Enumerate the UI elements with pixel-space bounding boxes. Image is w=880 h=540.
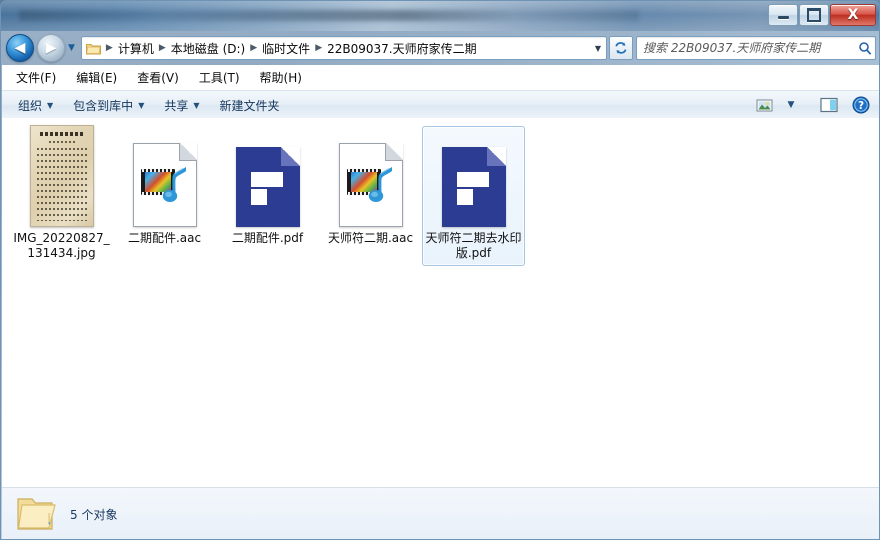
file-list-pane[interactable]: IMG_20220827_131434.jpg 二期配件.aac 二期配件.pd… — [2, 118, 879, 487]
document-text-lines — [36, 148, 87, 221]
close-button[interactable]: X — [830, 3, 876, 26]
organize-label: 组织 — [18, 98, 43, 113]
close-icon: X — [847, 6, 859, 23]
image-thumbnail-icon — [29, 125, 94, 227]
breadcrumb[interactable]: ▶ 计算机 ▶ 本地磁盘 (D:) ▶ 临时文件 ▶ 22B09037.天师府家… — [82, 39, 590, 58]
view-dropdown-button[interactable]: ▼ — [778, 94, 804, 116]
file-item-audio-2[interactable]: 天师符二期.aac — [319, 126, 422, 266]
file-name-label: 天师符二期去水印版.pdf — [425, 231, 522, 260]
new-folder-label: 新建文件夹 — [219, 98, 280, 113]
menu-bar: 文件(F) 编辑(E) 查看(V) 工具(T) 帮助(H) — [2, 65, 879, 90]
breadcrumb-separator: ▶ — [315, 43, 323, 53]
page-fold — [486, 147, 506, 166]
file-item-image[interactable]: IMG_20220827_131434.jpg — [10, 125, 113, 266]
status-bar: 5 个对象 — [2, 487, 879, 539]
chevron-down-icon: ▼ — [193, 100, 200, 110]
page-fold — [384, 143, 403, 161]
change-view-button[interactable] — [751, 94, 777, 116]
explorer-window: X ◀ ▶ ▼ ▶ 计算机 ▶ 本地磁盘 (D:) ▶ 临时文件 ▶ 22B09… — [0, 0, 880, 540]
file-thumbnail — [132, 131, 197, 227]
search-input[interactable] — [637, 40, 855, 56]
file-item-pdf-2-selected[interactable]: 天师符二期去水印版.pdf — [422, 126, 525, 266]
pdf-glyph-bottom — [456, 189, 473, 205]
forward-button[interactable]: ▶ — [37, 34, 65, 62]
menu-edit[interactable]: 编辑(E) — [76, 69, 117, 86]
help-icon: ? — [852, 96, 870, 114]
chevron-down-icon: ▼ — [787, 100, 795, 110]
media-audio-icon — [338, 143, 403, 227]
file-name-label: 天师符二期.aac — [327, 231, 414, 245]
search-box[interactable] — [636, 36, 876, 60]
window-controls: X — [767, 3, 876, 26]
open-folder-icon — [12, 493, 60, 535]
include-in-library-label: 包含到库中 — [73, 98, 134, 113]
breadcrumb-separator: ▶ — [158, 43, 166, 53]
breadcrumb-separator: ▶ — [250, 43, 258, 53]
file-thumbnail — [338, 131, 403, 227]
menu-tools[interactable]: 工具(T) — [199, 69, 240, 86]
media-audio-icon — [132, 143, 197, 227]
file-thumbnail — [441, 131, 506, 227]
file-name-label: IMG_20220827_131434.jpg — [13, 231, 110, 260]
address-dropdown-icon[interactable]: ▼ — [590, 44, 606, 53]
minimize-icon — [777, 16, 789, 19]
client-area: 文件(F) 编辑(E) 查看(V) 工具(T) 帮助(H) 组织 ▼ 包含到库中… — [2, 65, 879, 539]
navigation-bar: ◀ ▶ ▼ ▶ 计算机 ▶ 本地磁盘 (D:) ▶ 临时文件 ▶ 22B0903… — [1, 31, 879, 65]
pdf-icon — [441, 147, 506, 227]
title-bar[interactable]: X — [1, 1, 879, 31]
file-item-pdf-1[interactable]: 二期配件.pdf — [216, 126, 319, 266]
file-name-label: 二期配件.aac — [127, 231, 202, 245]
menu-help[interactable]: 帮助(H) — [260, 69, 302, 86]
refresh-button[interactable] — [609, 36, 633, 60]
status-text: 5 个对象 — [70, 507, 118, 522]
refresh-icon — [615, 42, 627, 54]
page-fold — [280, 147, 300, 166]
address-bar[interactable]: ▶ 计算机 ▶ 本地磁盘 (D:) ▶ 临时文件 ▶ 22B09037.天师府家… — [80, 36, 607, 60]
folder-icon — [86, 42, 102, 55]
document-subtitle-line — [48, 141, 75, 143]
command-toolbar: 组织 ▼ 包含到库中 ▼ 共享 ▼ 新建文件夹 ▼ ? — [2, 90, 879, 120]
pdf-icon — [235, 147, 300, 227]
title-bar-blurred-text — [19, 10, 639, 21]
menu-view[interactable]: 查看(V) — [137, 69, 179, 86]
history-dropdown-icon[interactable]: ▼ — [68, 43, 75, 53]
breadcrumb-item-computer[interactable]: 计算机 — [115, 39, 157, 58]
menu-file[interactable]: 文件(F) — [16, 69, 56, 86]
breadcrumb-item-current[interactable]: 22B09037.天师府家传二期 — [324, 39, 480, 58]
svg-text:?: ? — [858, 100, 864, 112]
file-item-audio-1[interactable]: 二期配件.aac — [113, 126, 216, 266]
chevron-down-icon: ▼ — [47, 100, 54, 110]
search-icon[interactable] — [855, 41, 875, 55]
forward-arrow-icon: ▶ — [45, 40, 57, 56]
back-arrow-icon: ◀ — [14, 40, 26, 56]
page-fold — [178, 143, 197, 161]
music-note-icon — [162, 167, 186, 202]
document-title-line — [39, 132, 84, 136]
breadcrumb-item-temp[interactable]: 临时文件 — [259, 39, 313, 58]
minimize-button[interactable] — [768, 3, 798, 26]
view-icon — [756, 99, 772, 111]
file-name-label: 二期配件.pdf — [231, 231, 304, 245]
pdf-glyph-top — [250, 172, 283, 187]
pdf-glyph-top — [456, 172, 489, 187]
file-thumbnail — [235, 131, 300, 227]
include-in-library-button[interactable]: 包含到库中 ▼ — [63, 93, 154, 118]
music-note-icon — [368, 167, 392, 202]
breadcrumb-separator: ▶ — [105, 43, 113, 53]
preview-pane-button[interactable] — [816, 94, 842, 116]
share-button[interactable]: 共享 ▼ — [154, 93, 209, 118]
maximize-button[interactable] — [799, 3, 829, 26]
preview-pane-icon — [820, 97, 838, 113]
chevron-down-icon: ▼ — [138, 100, 145, 110]
organize-button[interactable]: 组织 ▼ — [8, 93, 63, 118]
help-button[interactable]: ? — [848, 94, 874, 116]
breadcrumb-item-drive[interactable]: 本地磁盘 (D:) — [168, 39, 248, 58]
maximize-icon — [807, 7, 821, 22]
pdf-glyph-bottom — [250, 189, 267, 205]
share-label: 共享 — [164, 98, 189, 113]
file-thumbnail — [29, 125, 94, 227]
file-grid: IMG_20220827_131434.jpg 二期配件.aac 二期配件.pd… — [2, 118, 879, 274]
back-button[interactable]: ◀ — [6, 34, 34, 62]
new-folder-button[interactable]: 新建文件夹 — [210, 93, 290, 118]
